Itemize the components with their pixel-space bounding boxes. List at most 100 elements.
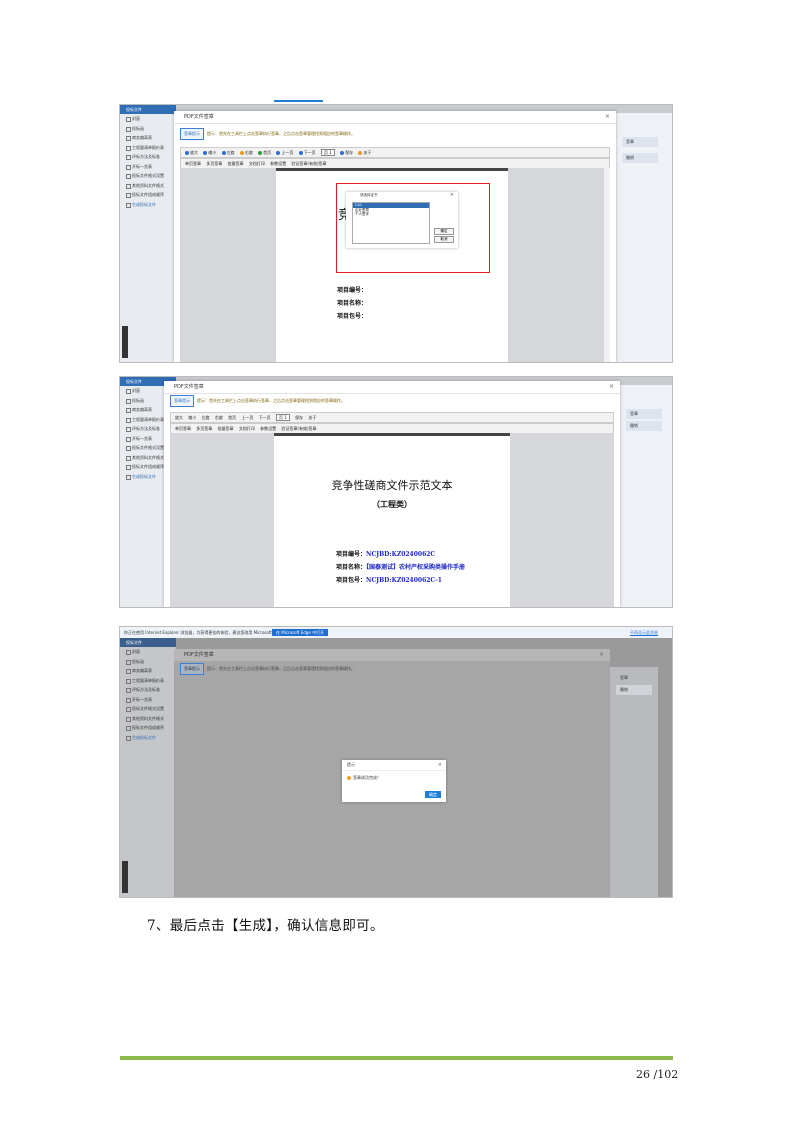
sidebar-header: 投标文件 [120, 105, 176, 114]
zoom-in-button[interactable]: 放大 [175, 415, 183, 420]
viewer-left-gray [180, 168, 276, 362]
dialog-title: PDF文件签章 × [164, 381, 620, 394]
save-button[interactable]: 保存 [340, 150, 353, 155]
sidebar-item-method[interactable]: 评标方法及标准 [120, 152, 176, 162]
right-panel-button[interactable]: 撤销 [626, 421, 662, 431]
sidebar-item-bid-letter[interactable]: 投标函 [120, 657, 176, 667]
prev-page-button[interactable]: 上一页 [276, 150, 293, 155]
zoom-in-button[interactable]: 放大 [185, 150, 198, 155]
sidebar-item-opening[interactable]: 开标一览表 [120, 695, 176, 705]
close-icon[interactable]: × [609, 381, 614, 393]
sidebar-item-format[interactable]: 投标文件格式设置 [120, 704, 176, 714]
project-name-value: 【国泰测试】农村产权采购类操作手册 [366, 564, 466, 571]
first-page-icon [258, 151, 263, 155]
zoom-out-button[interactable]: 缩小 [188, 415, 196, 420]
sidebar-item-order[interactable]: 投标文件组成顺序 [120, 190, 176, 200]
single-sign-button[interactable]: 单页签章 [175, 426, 191, 431]
sidebar-vertical-label [122, 861, 128, 893]
first-page-button[interactable]: 首页 [228, 415, 236, 420]
right-panel-label: 签章 [622, 137, 658, 147]
multi-sign-button[interactable]: 多页签章 [196, 426, 212, 431]
sidebar-item-other[interactable]: 其他资料文件格式 [120, 181, 176, 191]
multi-sign-button[interactable]: 多页签章 [206, 161, 222, 166]
sidebar-item-deviation[interactable]: 商务偏离表 [120, 666, 176, 676]
page-top-border [274, 433, 510, 436]
sidebar-item-bid-letter[interactable]: 投标函 [120, 124, 176, 134]
tip-button[interactable]: 签章提示 [180, 128, 204, 140]
tip-text: 提示：首先在工具栏上点击签章执行签章，之后点击签章管理找到相应的签章操作。 [207, 666, 355, 671]
sidebar-item-format[interactable]: 投标文件格式设置 [120, 171, 176, 181]
sidebar-item-generate[interactable]: 生成投标文件 [120, 733, 176, 743]
sidebar-item-method[interactable]: 评标方法及标准 [120, 685, 176, 695]
tip-bar: 签章提示 提示：首先在工具栏上点击签章执行签章，之后点击签章管理找到相应的签章操作… [170, 395, 614, 407]
next-page-button[interactable]: 下一页 [298, 150, 316, 155]
page-top-border [276, 168, 508, 171]
project-no-value: NCJBD:KZ0240062C [366, 551, 436, 558]
open-in-edge-button[interactable]: 在 Microsoft Edge 中打开 [272, 629, 329, 636]
message-body: 签章成功完成！ [342, 771, 446, 785]
rotate-left-button[interactable]: 左旋 [202, 415, 210, 420]
close-icon[interactable]: × [438, 760, 442, 770]
tip-text: 提示：首先在工具栏上点击签章执行签章，之后点击签章管理找到相应的签章操作。 [197, 398, 345, 403]
sidebar-item-deviation[interactable]: 商务偏离表 [120, 133, 176, 143]
batch-sign-button[interactable]: 批量签章 [218, 426, 234, 431]
close-icon[interactable]: × [599, 649, 604, 661]
message-ok-button[interactable]: 确定 [425, 791, 441, 798]
project-name-line: 项目名称：【国泰测试】农村产权采购类操作手册 [336, 562, 465, 571]
dialog-title: PDF文件签章 × [174, 111, 616, 124]
cancel-button[interactable]: 取消 [434, 236, 454, 243]
document-subtitle: （工程类） [372, 499, 412, 509]
project-no-line: 项目编号：NCJBD:KZ0240062C [336, 549, 435, 558]
sidebar-item-other[interactable]: 其他资料文件格式 [120, 714, 176, 724]
right-panel: 签章 撤销 [616, 113, 672, 362]
rotate-right-button[interactable]: 右旋 [215, 415, 223, 420]
package-no-line: 项目包号： [337, 313, 368, 320]
about-button[interactable]: 关于 [358, 150, 371, 155]
verify-sign-button[interactable]: 验证签章(有效)签章 [291, 161, 326, 166]
sidebar-item-cover[interactable]: 封面 [120, 647, 176, 657]
right-panel-button[interactable]: 撤销 [616, 685, 652, 695]
verify-sign-button[interactable]: 验证签章(有效)签章 [281, 426, 316, 431]
settings-button[interactable]: 参数设置 [270, 161, 286, 166]
about-button[interactable]: 关于 [308, 415, 316, 420]
dialog-title-text: PDF文件签章 [184, 652, 214, 658]
sidebar-item-bill[interactable]: 工程量清单报价表 [120, 676, 176, 686]
sidebar-item-bill[interactable]: 工程量清单报价表 [120, 143, 176, 153]
zoom-in-icon [185, 151, 189, 155]
cert-option-3[interactable]: 个人签字 [353, 212, 429, 216]
sidebar-item-opening[interactable]: 开标一览表 [120, 162, 176, 172]
settings-button[interactable]: 参数设置 [260, 426, 276, 431]
rotate-left-button[interactable]: 左旋 [221, 150, 235, 155]
close-icon[interactable]: × [450, 192, 454, 199]
save-button[interactable]: 保存 [295, 415, 303, 420]
right-panel: 签章 撤销 [610, 667, 658, 897]
cert-list[interactable]: CA1 企业签章 个人签字 [352, 202, 430, 244]
dismiss-link[interactable]: 不再显示此消息 [630, 627, 658, 638]
print-button[interactable]: 文档打印 [249, 161, 265, 166]
warning-icon [347, 776, 351, 780]
page-select[interactable]: 页 1 [320, 149, 335, 156]
single-sign-button[interactable]: 单页签章 [185, 161, 201, 166]
next-page-button[interactable]: 下一页 [259, 415, 271, 420]
prev-page-icon [276, 151, 281, 155]
sidebar-item-order[interactable]: 投标文件组成顺序 [120, 723, 176, 733]
right-panel-button[interactable]: 撤销 [622, 153, 658, 163]
prev-page-button[interactable]: 上一页 [241, 415, 253, 420]
sidebar-item-generate[interactable]: 生成投标文件 [120, 200, 176, 210]
close-icon[interactable]: × [605, 111, 610, 123]
rotate-left-icon [221, 151, 226, 155]
tip-button[interactable]: 签章提示 [180, 663, 204, 675]
sidebar-item-cover[interactable]: 封面 [120, 114, 176, 124]
zoom-out-button[interactable]: 缩小 [203, 150, 216, 155]
viewer-right-gray [508, 168, 604, 362]
print-button[interactable]: 文档打印 [239, 426, 255, 431]
page-select[interactable]: 页 1 [275, 414, 290, 421]
sidebar: 投标文件 封面 投标函 商务偏离表 工程量清单报价表 评标方法及标准 开标一览表… [120, 105, 176, 362]
first-page-button[interactable]: 首页 [258, 150, 271, 155]
ok-button[interactable]: 确定 [434, 228, 454, 235]
rotate-right-button[interactable]: 右旋 [239, 150, 253, 155]
tip-button[interactable]: 签章提示 [170, 395, 194, 407]
message-dialog: 提示 × 签章成功完成！ 确定 [342, 760, 446, 802]
viewer-scrollbar[interactable] [604, 168, 610, 362]
batch-sign-button[interactable]: 批量签章 [228, 161, 244, 166]
